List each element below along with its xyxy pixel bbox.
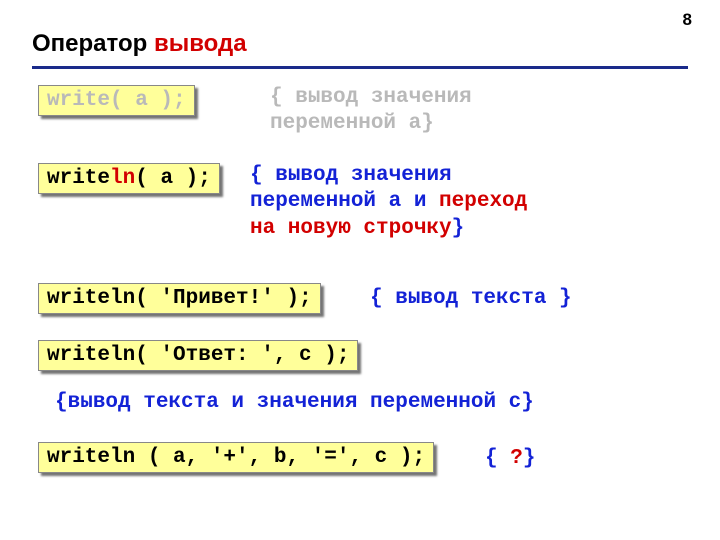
title-red: вывода bbox=[154, 30, 247, 57]
page-number: 8 bbox=[683, 10, 692, 30]
comment-1: { вывод значения переменной a} bbox=[270, 85, 680, 138]
comment-red: ? bbox=[510, 447, 523, 470]
comment-3: { вывод текста } bbox=[370, 286, 572, 312]
code-box-5: writeln ( a, '+', b, '=', c ); bbox=[38, 442, 434, 473]
code-row-2: writeln( a ); bbox=[38, 163, 220, 194]
comment-line2a: переменной a и bbox=[250, 190, 439, 213]
page-title: Оператор вывода bbox=[32, 30, 247, 58]
brace-close: } bbox=[452, 217, 465, 240]
brace-close: } bbox=[421, 112, 434, 135]
brace-open: { bbox=[485, 447, 510, 470]
brace-open: { bbox=[270, 86, 295, 109]
code-pre: write bbox=[47, 167, 110, 190]
code-row-3: writeln( 'Привет!' ); bbox=[38, 283, 321, 314]
code-box-2: writeln( a ); bbox=[38, 163, 220, 194]
code-box-4: writeln( 'Ответ: ', c ); bbox=[38, 340, 358, 371]
brace-close: } bbox=[521, 391, 534, 414]
comment-5: { ?} bbox=[485, 446, 535, 472]
comment-text: вывод текста bbox=[395, 287, 559, 310]
code-box-1: write( a ); bbox=[38, 85, 195, 116]
brace-open: { bbox=[55, 391, 68, 414]
code-box-3: writeln( 'Привет!' ); bbox=[38, 283, 321, 314]
comment-4: {вывод текста и значения переменной c} bbox=[55, 390, 534, 416]
title-black: Оператор bbox=[32, 30, 154, 57]
code-row-4: writeln( 'Ответ: ', c ); bbox=[38, 340, 358, 371]
code-post: ( a ); bbox=[135, 167, 211, 190]
comment-red1: переход bbox=[439, 190, 527, 213]
brace-close: } bbox=[559, 287, 572, 310]
comment-line2: переменной a bbox=[270, 112, 421, 135]
brace-close: } bbox=[523, 447, 536, 470]
brace-open: { bbox=[250, 164, 275, 187]
code-row-1: write( a ); bbox=[38, 85, 195, 116]
code-red: ln bbox=[110, 167, 135, 190]
comment-line1: вывод значения bbox=[275, 164, 451, 187]
brace-open: { bbox=[370, 287, 395, 310]
title-underline bbox=[32, 66, 688, 69]
code-row-5: writeln ( a, '+', b, '=', c ); bbox=[38, 442, 434, 473]
comment-red2: на новую строчку bbox=[250, 217, 452, 240]
comment-2: { вывод значения переменной a и переход … bbox=[250, 163, 690, 242]
comment-text: вывод текста и значения переменной c bbox=[68, 391, 522, 414]
comment-line1: вывод значения bbox=[295, 86, 471, 109]
